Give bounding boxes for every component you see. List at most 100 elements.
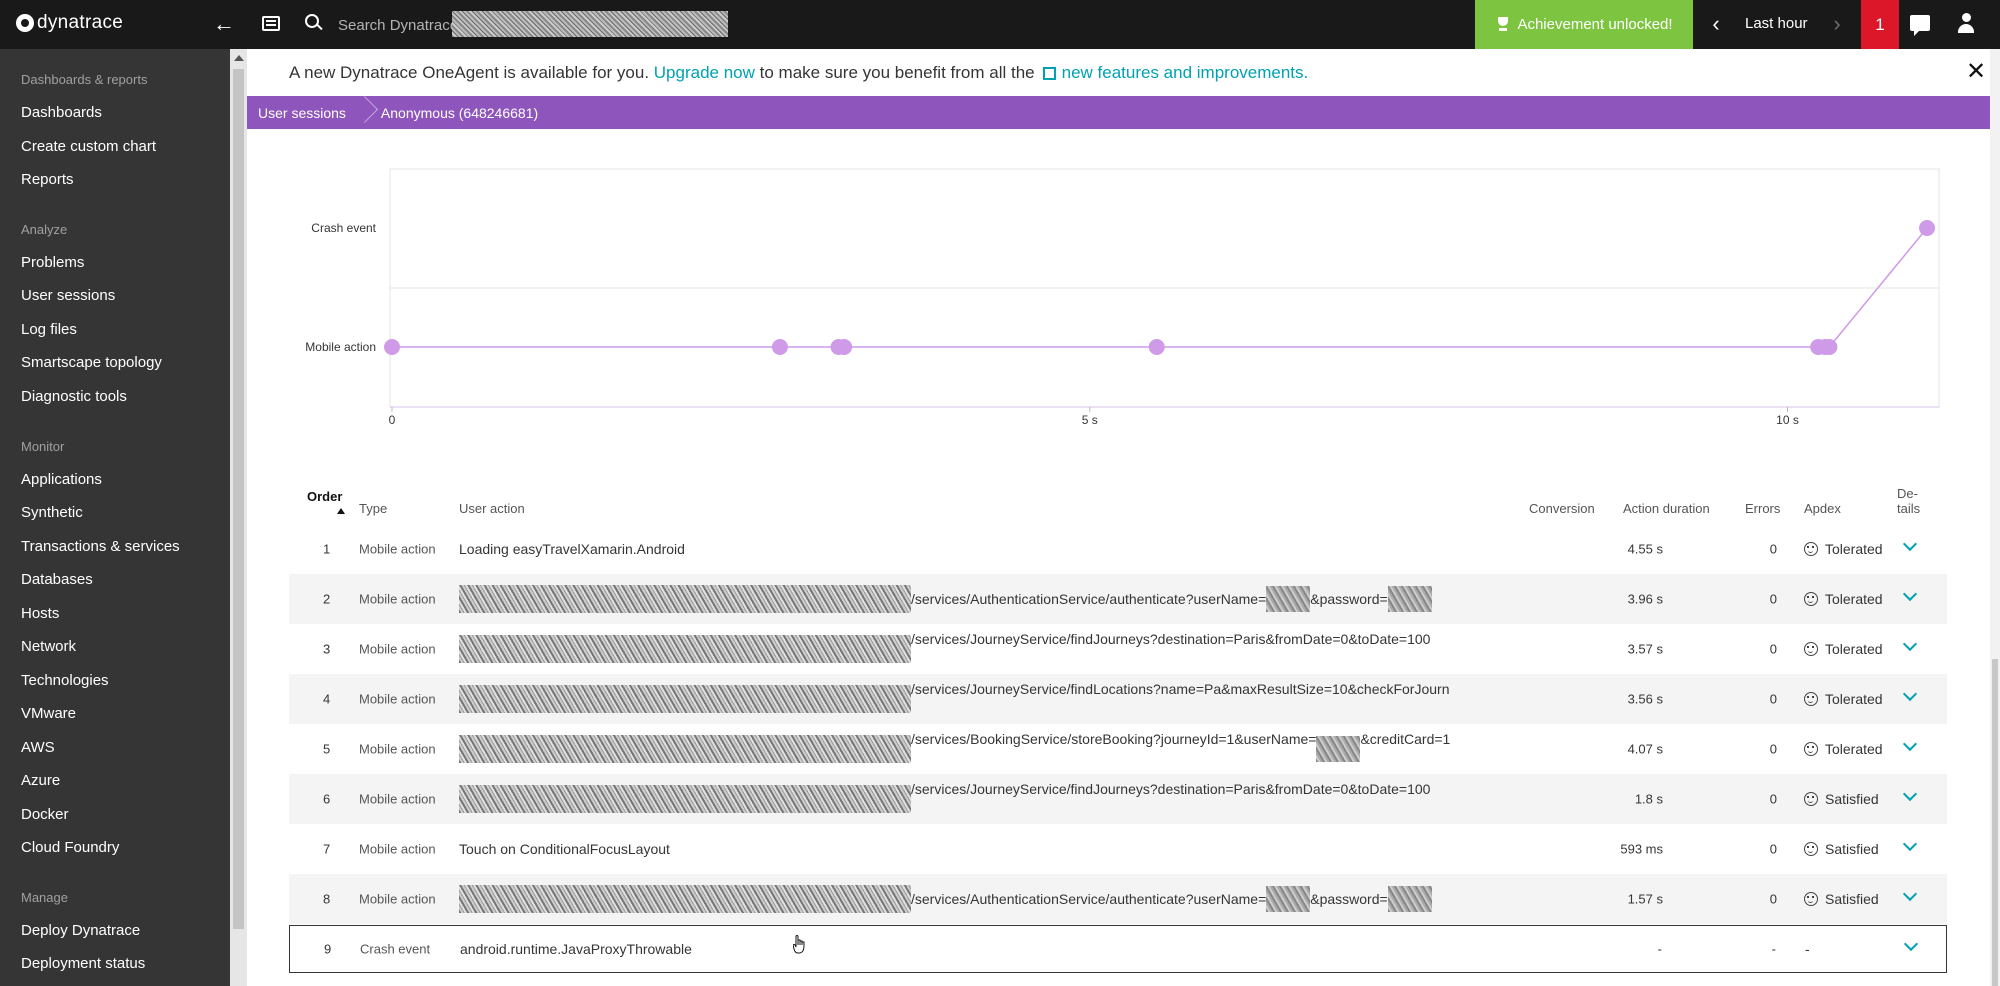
table-row[interactable]: 8 Mobile action /services/Authentication…: [289, 874, 1947, 924]
smiley-icon: [1804, 692, 1818, 706]
expand-details-button[interactable]: [1902, 836, 1918, 857]
update-banner: A new Dynatrace OneAgent is available fo…: [247, 49, 1990, 96]
expand-details-button[interactable]: [1902, 636, 1918, 657]
smiley-icon: [1804, 842, 1818, 856]
expand-details-button[interactable]: [1902, 586, 1918, 607]
cell-type: Crash event: [360, 941, 431, 957]
achievement-button[interactable]: Achievement unlocked!: [1475, 0, 1693, 49]
redacted-region: [452, 11, 728, 37]
sidebar-item-docker[interactable]: Docker: [21, 806, 69, 823]
features-link[interactable]: new features and improvements.: [1062, 63, 1309, 83]
table-header: Order Type User action Conversion Action…: [289, 474, 1947, 524]
timeframe-next-button[interactable]: ›: [1823, 10, 1851, 38]
sidebar-item-create-custom-chart[interactable]: Create custom chart: [21, 138, 156, 155]
scroll-up-icon[interactable]: [234, 55, 244, 61]
breadcrumb-user-sessions[interactable]: User sessions: [247, 105, 358, 121]
column-user-action[interactable]: User action: [459, 501, 525, 516]
cell-type: Mobile action: [359, 791, 436, 807]
table-row[interactable]: 6 Mobile action /services/JourneyService…: [289, 774, 1947, 824]
table-row[interactable]: 4 Mobile action /services/JourneyService…: [289, 674, 1947, 724]
dynatrace-logo[interactable]: dynatrace: [16, 12, 123, 34]
expand-details-button[interactable]: [1902, 736, 1918, 757]
scrollbar-thumb[interactable]: [1992, 659, 1998, 986]
chevron-down-icon: [1902, 786, 1918, 802]
sidebar-item-deploy[interactable]: Deploy Dynatrace: [21, 922, 140, 939]
table-row[interactable]: 5 Mobile action /services/BookingService…: [289, 724, 1947, 774]
sidebar-item-synthetic[interactable]: Synthetic: [21, 504, 83, 521]
timeframe-selector[interactable]: Last hour: [1745, 15, 1808, 32]
sidebar-item-applications[interactable]: Applications: [21, 471, 102, 488]
cell-duration: 1.8 s: [1634, 791, 1663, 807]
upgrade-now-link[interactable]: Upgrade now: [654, 63, 755, 83]
sidebar-item-smartscape[interactable]: Smartscape topology: [21, 354, 162, 371]
user-icon[interactable]: [1956, 13, 1976, 35]
cell-duration: 3.96 s: [1627, 591, 1663, 607]
column-order[interactable]: Order: [307, 489, 345, 514]
expand-details-button[interactable]: [1902, 786, 1918, 807]
sidebar-item-databases[interactable]: Databases: [21, 571, 93, 588]
sidebar-item-dashboards[interactable]: Dashboards: [21, 104, 102, 121]
cell-user-action: android.runtime.JavaProxyThrowable: [460, 941, 692, 957]
redacted-host: [459, 785, 911, 813]
timeframe-previous-button[interactable]: ‹: [1702, 10, 1730, 38]
scrollbar-thumb[interactable]: [233, 69, 244, 929]
expand-details-button[interactable]: [1902, 886, 1918, 907]
sidebar-item-network[interactable]: Network: [21, 638, 76, 655]
expand-details-button[interactable]: [1902, 686, 1918, 707]
cell-apdex: Tolerated: [1804, 641, 1883, 657]
sidebar-item-user-sessions[interactable]: User sessions: [21, 287, 115, 304]
column-errors[interactable]: Errors: [1745, 501, 1780, 516]
cell-apdex: Tolerated: [1804, 591, 1883, 607]
table-row[interactable]: 3 Mobile action /services/JourneyService…: [289, 624, 1947, 674]
chart-point[interactable]: [1148, 339, 1165, 355]
problems-badge[interactable]: 1: [1861, 0, 1899, 49]
sidebar-item-transactions[interactable]: Transactions & services: [21, 538, 180, 555]
sidebar-item-diagnostic-tools[interactable]: Diagnostic tools: [21, 388, 127, 405]
sidebar-item-log-files[interactable]: Log files: [21, 321, 77, 338]
sidebar-item-deployment-status[interactable]: Deployment status: [21, 955, 145, 972]
sidebar-item-azure[interactable]: Azure: [21, 772, 60, 789]
logo-text: dynatrace: [37, 12, 124, 33]
expand-details-button[interactable]: [1903, 936, 1919, 957]
table-row[interactable]: 1 Mobile action Loading easyTravelXamari…: [289, 524, 1947, 574]
column-apdex[interactable]: Apdex: [1804, 501, 1841, 516]
main-scrollbar[interactable]: [1990, 49, 2000, 986]
expand-details-button[interactable]: [1902, 536, 1918, 557]
chevron-left-icon: ‹: [1712, 11, 1720, 36]
action-path: /services/AuthenticationService/authenti…: [911, 891, 1267, 907]
sidebar-item-technologies[interactable]: Technologies: [21, 672, 109, 689]
arrow-left-icon: ←: [213, 11, 235, 36]
chat-icon[interactable]: [1910, 15, 1930, 36]
smiley-icon: [1804, 642, 1818, 656]
column-action-duration[interactable]: Action duration: [1623, 501, 1710, 516]
cell-order: 3: [323, 641, 331, 657]
table-row[interactable]: 2 Mobile action /services/Authentication…: [289, 574, 1947, 624]
chevron-down-icon: [1902, 836, 1918, 852]
column-type[interactable]: Type: [359, 501, 387, 516]
sidebar-item-aws[interactable]: AWS: [21, 739, 55, 756]
sidebar-item-problems[interactable]: Problems: [21, 254, 84, 271]
chart-point[interactable]: [1821, 339, 1838, 355]
redacted-host: [459, 735, 911, 763]
sidebar-item-hosts[interactable]: Hosts: [21, 605, 59, 622]
table-row[interactable]: 9 Crash event android.runtime.JavaProxyT…: [289, 925, 1947, 973]
trophy-icon: [1495, 16, 1511, 33]
sidebar-item-vmware[interactable]: VMware: [21, 705, 76, 722]
close-banner-button[interactable]: ✕: [1964, 60, 1988, 84]
chart-point[interactable]: [836, 339, 853, 355]
dashboard-hub-button[interactable]: [258, 10, 286, 38]
cell-order: 4: [323, 691, 331, 707]
column-conversion[interactable]: Conversion: [1529, 501, 1595, 516]
cell-user-action: /services/BookingService/storeBooking?jo…: [459, 731, 1450, 763]
apdex-label: Satisfied: [1825, 791, 1879, 807]
sidebar-item-cloud-foundry[interactable]: Cloud Foundry: [21, 839, 119, 856]
chart-point[interactable]: [771, 339, 788, 355]
sidebar-scrollbar[interactable]: [230, 49, 247, 986]
events-timeline-chart: Crash event Mobile action 0 5 s 10 s: [305, 168, 1940, 427]
table-row[interactable]: 7 Mobile action Touch on ConditionalFocu…: [289, 824, 1947, 874]
sidebar-item-reports[interactable]: Reports: [21, 171, 74, 188]
cell-order: 6: [323, 791, 331, 807]
chart-point[interactable]: [384, 339, 400, 355]
collapse-menu-button[interactable]: ←: [210, 10, 238, 38]
chart-point[interactable]: [1919, 220, 1936, 236]
